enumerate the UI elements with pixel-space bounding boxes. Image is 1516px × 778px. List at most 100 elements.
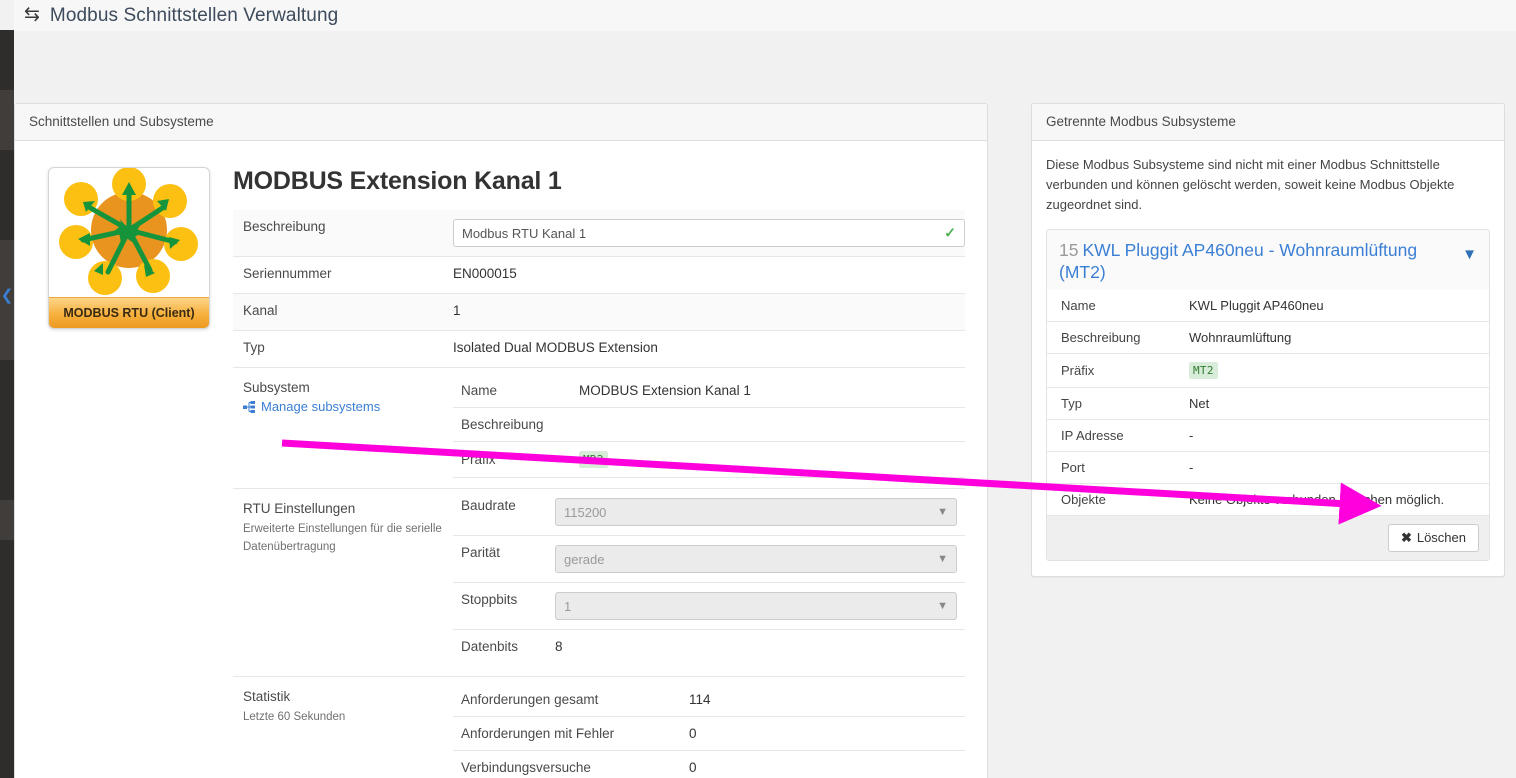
interfaces-panel-body: MODBUS RTU (Client) MODBUS Extension Kan… xyxy=(15,141,987,778)
paritaet-select[interactable] xyxy=(555,545,957,573)
statistics-label-text: Statistik xyxy=(243,689,291,704)
subsystem-title[interactable]: KWL Pluggit AP460neu - Wohnraumlüftung (… xyxy=(1059,240,1417,282)
table-row: Präfix MR2 xyxy=(453,441,965,478)
rtu-section-body: Baudrate ▼ Parität xyxy=(453,489,965,676)
row-key: IP Adresse xyxy=(1047,419,1181,453)
row-key: Beschreibung xyxy=(1047,321,1181,355)
field-label: Seriennummer xyxy=(243,266,332,281)
row-value: - xyxy=(1181,419,1489,453)
baudrate-select[interactable] xyxy=(555,498,957,526)
row-key: Typ xyxy=(1047,387,1181,421)
subsystem-section: Subsystem Manage subsystems Name MODBUS … xyxy=(233,368,965,488)
transfer-arrows-icon: ⇆ xyxy=(24,4,40,25)
row-value: 114 xyxy=(681,683,965,717)
row-key: Verbindungsversuche xyxy=(453,750,681,778)
top-bar: ⇆ Modbus Schnittstellen Verwaltung xyxy=(14,0,1516,31)
interfaces-panel-header: Schnittstellen und Subsysteme xyxy=(15,104,987,141)
field-value: ▼ xyxy=(555,536,965,582)
field-label: Stoppbits xyxy=(461,592,518,607)
table-row: Beschreibung Wohnraumlüftung xyxy=(1047,321,1489,355)
statistics-section-body: Anforderungen gesamt 114 Anforderungen m… xyxy=(453,677,965,778)
table-row: Anforderungen mit Fehler 0 xyxy=(453,716,965,751)
row-key: Anforderungen mit Fehler xyxy=(453,716,681,751)
table-row: Typ Net xyxy=(1047,387,1489,421)
subsystem-card-footer: ✖ Löschen xyxy=(1047,516,1489,561)
page-header-title: Modbus Schnittstellen Verwaltung xyxy=(49,4,339,26)
table-row: Verbindungsversuche 0 xyxy=(453,750,965,778)
statistics-table: Anforderungen gesamt 114 Anforderungen m… xyxy=(453,683,965,778)
prefix-badge: MR2 xyxy=(579,451,608,468)
field-value: ▼ xyxy=(555,489,965,535)
field-row-beschreibung: Beschreibung ✓ xyxy=(233,210,965,257)
description-input[interactable] xyxy=(453,219,965,247)
table-row: Objekte Keine Objekte verbunden. Löschen… xyxy=(1047,483,1489,517)
row-value: MR2 xyxy=(571,441,965,478)
field-label: Beschreibung xyxy=(243,219,326,234)
row-key: Port xyxy=(1047,451,1181,485)
field-row-baudrate: Baudrate ▼ xyxy=(453,489,965,536)
field-row-seriennummer: Seriennummer EN000015 xyxy=(233,257,965,294)
orphaned-subsystems-intro: Diese Modbus Subsysteme sind nicht mit e… xyxy=(1046,157,1455,213)
baudrate-select-wrapper: ▼ xyxy=(555,498,957,526)
subsystem-section-body: Name MODBUS Extension Kanal 1 Beschreibu… xyxy=(453,368,965,488)
subsystem-table: Name MODBUS Extension Kanal 1 Beschreibu… xyxy=(453,374,965,478)
x-icon: ✖ xyxy=(1400,530,1412,546)
row-value: Net xyxy=(1181,387,1489,421)
page-title: MODBUS Extension Kanal 1 xyxy=(233,167,562,195)
row-value: - xyxy=(1181,451,1489,485)
manage-subsystems-link[interactable]: Manage subsystems xyxy=(261,399,380,414)
left-rail: ❮ xyxy=(0,30,14,778)
valid-check-icon: ✓ xyxy=(944,224,956,241)
row-key: Präfix xyxy=(1047,353,1181,389)
delete-button[interactable]: ✖ Löschen xyxy=(1387,524,1479,553)
row-value: MT2 xyxy=(1181,353,1489,389)
table-row: Port - xyxy=(1047,451,1489,485)
field-value: 1 xyxy=(453,303,461,318)
field-row-typ: Typ Isolated Dual MODBUS Extension xyxy=(233,331,965,368)
subsystem-card-header[interactable]: 15 KWL Pluggit AP460neu - Wohnraumlüftung… xyxy=(1047,230,1489,290)
chevron-left-icon[interactable]: ❮ xyxy=(0,285,14,307)
field-label: Kanal xyxy=(243,303,278,318)
orphaned-subsystems-body: Diese Modbus Subsysteme sind nicht mit e… xyxy=(1032,141,1504,577)
detail-column: MODBUS Extension Kanal 1 Beschreibung ✓ … xyxy=(233,167,987,778)
statistics-section-label: Statistik Letzte 60 Sekunden xyxy=(233,677,453,778)
sitemap-icon xyxy=(243,400,255,413)
rail-segment xyxy=(0,500,14,540)
row-value: KWL Pluggit AP460neu xyxy=(1181,290,1489,323)
field-row-datenbits: Datenbits 8 xyxy=(453,630,965,666)
field-label: Parität xyxy=(461,545,501,560)
row-key: Präfix xyxy=(453,441,571,478)
prefix-badge: MT2 xyxy=(1189,362,1218,380)
paritaet-select-wrapper: ▼ xyxy=(555,545,957,573)
statistics-section: Statistik Letzte 60 Sekunden Anforderung… xyxy=(233,676,965,778)
table-row: IP Adresse - xyxy=(1047,419,1489,453)
app-root: ❮ ⇆ Modbus Schnittstellen Verwaltung Sch… xyxy=(0,0,1516,778)
row-value: Wohnraumlüftung xyxy=(1181,321,1489,355)
field-row-paritaet: Parität ▼ xyxy=(453,536,965,583)
subsystem-label-text: Subsystem xyxy=(243,380,310,395)
table-row: Name MODBUS Extension Kanal 1 xyxy=(453,374,965,408)
rtu-section-subtext: Erweiterte Einstellungen für die seriell… xyxy=(243,523,442,553)
field-value: EN000015 xyxy=(453,266,517,281)
field-value: ✓ xyxy=(453,210,965,256)
rtu-label-text: RTU Einstellungen xyxy=(243,501,356,516)
stoppbits-select[interactable] xyxy=(555,592,957,620)
rtu-settings-section: RTU Einstellungen Erweiterte Einstellung… xyxy=(233,488,965,676)
field-label: Baudrate xyxy=(461,498,516,513)
row-key: Objekte xyxy=(1047,483,1181,517)
rtu-section-label: RTU Einstellungen Erweiterte Einstellung… xyxy=(233,489,453,676)
row-value: 0 xyxy=(681,716,965,751)
row-key: Name xyxy=(1047,290,1181,323)
row-key: Name xyxy=(453,374,571,408)
device-card-caption: MODBUS RTU (Client) xyxy=(49,297,209,328)
manage-subsystems-link-row: Manage subsystems xyxy=(243,399,443,414)
row-key: Anforderungen gesamt xyxy=(453,683,681,717)
subsystem-detail-table: Name KWL Pluggit AP460neu Beschreibung W… xyxy=(1047,290,1489,517)
statistics-section-subtext: Letzte 60 Sekunden xyxy=(243,711,346,723)
row-value: 0 xyxy=(681,750,965,778)
chevron-down-icon[interactable]: ▼ xyxy=(1462,246,1477,263)
subsystem-id: 15 xyxy=(1059,240,1079,261)
device-card[interactable]: MODBUS RTU (Client) xyxy=(48,167,210,329)
orphaned-subsystems-header: Getrennte Modbus Subsysteme xyxy=(1032,104,1504,141)
orphaned-subsystems-panel: Getrennte Modbus Subsysteme Diese Modbus… xyxy=(1031,103,1505,577)
